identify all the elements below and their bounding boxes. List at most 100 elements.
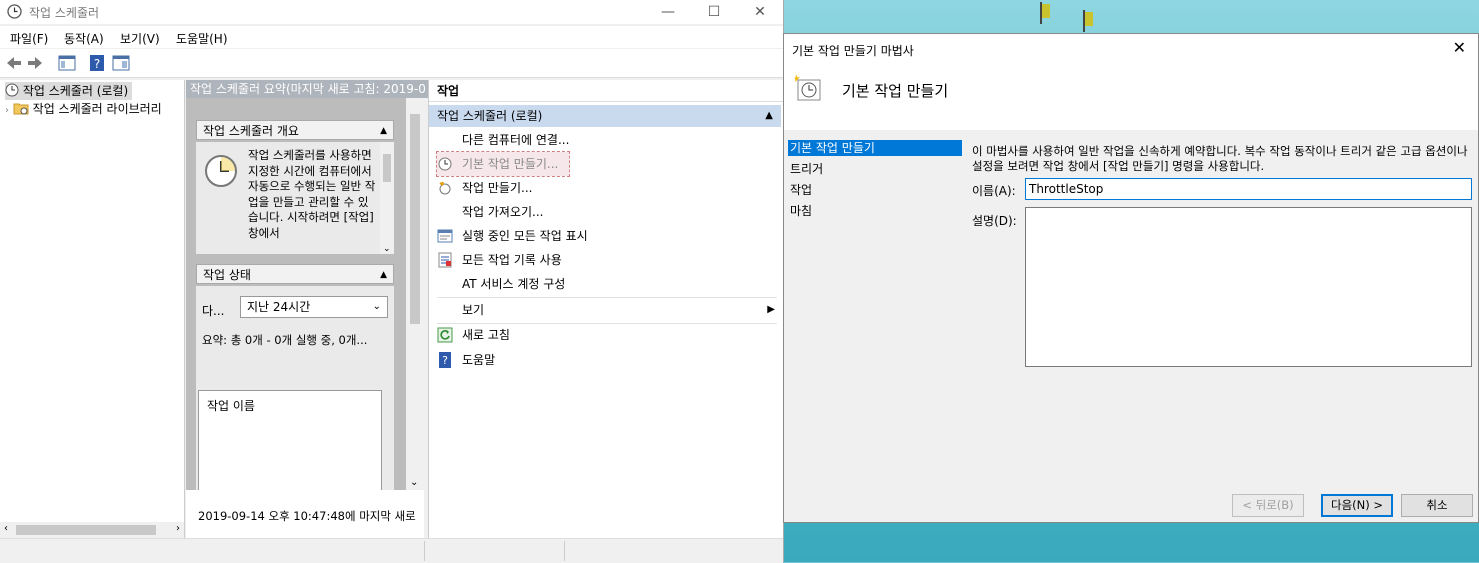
create-task-icon (439, 181, 451, 195)
overview-scrollbar[interactable]: ⌄ (380, 142, 394, 254)
last-refresh-text: 2019-09-14 오후 10:47:48에 마지막 새로 (198, 509, 416, 523)
wizard-heading: 기본 작업 만들기 (842, 82, 949, 100)
step-action[interactable]: 작업 (788, 182, 962, 198)
menu-action[interactable]: 동작(A) (64, 30, 104, 47)
close-icon[interactable]: ✕ (1453, 38, 1466, 57)
back-arrow-icon[interactable] (5, 54, 23, 72)
collapse-icon[interactable]: ▲ (380, 121, 387, 141)
toolbar: ? (0, 49, 783, 78)
summary-pane: 작업 스케줄러 요약(마지막 새로 고침: 2019-0 작업 스케줄러 개요 … (186, 80, 428, 538)
svg-text:?: ? (94, 57, 100, 71)
wizard-header: 기본 작업 만들기 (784, 64, 1478, 130)
chevron-down-icon[interactable]: ⌄ (373, 297, 381, 317)
clock-icon (205, 155, 237, 187)
back-button[interactable]: < 뒤로(B) (1232, 494, 1304, 517)
cancel-button[interactable]: 취소 (1401, 494, 1473, 517)
action-enable-history[interactable]: 모든 작업 기록 사용 (437, 248, 777, 272)
summary-footer: 2019-09-14 오후 10:47:48에 마지막 새로 (186, 490, 424, 538)
overview-title: 작업 스케줄러 개요 (203, 124, 299, 138)
action-label: 모든 작업 기록 사용 (462, 253, 562, 267)
basic-task-icon (794, 74, 821, 101)
refresh-icon (437, 327, 453, 343)
close-button[interactable]: ✕ (737, 0, 783, 24)
scroll-down-icon[interactable]: ⌄ (383, 244, 391, 254)
actions-title: 작업 (429, 80, 783, 102)
description-textarea[interactable] (1025, 207, 1472, 367)
status-header[interactable]: 작업 상태 ▲ (196, 264, 394, 284)
scroll-thumb[interactable] (16, 525, 156, 535)
action-label: 작업 만들기... (462, 181, 533, 195)
collapse-icon[interactable]: ▲ (765, 105, 773, 127)
name-label: 이름(A): (972, 184, 1016, 198)
action-label: 다른 컴퓨터에 연결... (462, 133, 570, 147)
action-create-task[interactable]: 작업 만들기... (437, 176, 777, 200)
action-at-service[interactable]: AT 서비스 계정 구성 (437, 272, 777, 296)
actions-section-header[interactable]: 작업 스케줄러 (로컬) ▲ (429, 105, 781, 127)
action-view[interactable]: 보기 ▶ (437, 298, 777, 322)
flag-decoration (1042, 4, 1050, 18)
action-help[interactable]: ? 도움말 (437, 348, 777, 372)
status-divider (564, 541, 565, 561)
tree-item-library[interactable]: › 작업 스케줄러 라이브러리 (5, 100, 162, 118)
next-button[interactable]: 다음(N) > (1321, 494, 1393, 517)
actions-pane: 작업 작업 스케줄러 (로컬) ▲ 다른 컴퓨터에 연결... 기본 작업 만들… (428, 80, 783, 538)
action-refresh[interactable]: 새로 고침 (437, 323, 777, 347)
period-value: 지난 24시간 (247, 300, 311, 314)
submenu-arrow-icon: ▶ (767, 304, 775, 315)
help-icon[interactable]: ? (88, 54, 106, 72)
horizontal-scrollbar[interactable]: ‹ › (0, 522, 184, 538)
filter-label: 다... (202, 304, 225, 318)
task-list[interactable]: 작업 이름 (198, 390, 382, 492)
scroll-right-icon[interactable]: › (176, 523, 180, 534)
scroll-down-icon[interactable]: ⌄ (410, 477, 418, 488)
overview-text: 작업 스케줄러를 사용하면 지정한 시간에 컴퓨터에서 자동으로 수행되는 일반… (248, 148, 376, 240)
title-bar: 작업 스케줄러 — ☐ ✕ (0, 0, 783, 24)
description-label: 설명(D): (972, 214, 1017, 228)
action-connect-computer[interactable]: 다른 컴퓨터에 연결... (437, 128, 777, 152)
step-trigger[interactable]: 트리거 (788, 161, 962, 177)
scroll-left-icon[interactable]: ‹ (4, 523, 8, 534)
tree-item-local[interactable]: 작업 스케줄러 (로컬) (5, 82, 133, 100)
menu-view[interactable]: 보기(V) (120, 30, 160, 47)
chevron-right-icon[interactable]: › (5, 105, 9, 116)
console-tree: 작업 스케줄러 (로컬) › 작업 스케줄러 라이브러리 ‹ › (0, 80, 185, 538)
tree-item-label: 작업 스케줄러 (로컬) (22, 84, 129, 98)
basic-task-icon (438, 157, 452, 171)
column-header-task-name[interactable]: 작업 이름 (207, 397, 255, 414)
action-label: 도움말 (462, 353, 496, 367)
collapse-icon[interactable]: ▲ (380, 265, 387, 285)
menu-file[interactable]: 파일(F) (10, 30, 48, 47)
action-pane-icon[interactable] (112, 54, 130, 72)
task-scheduler-window: 작업 스케줄러 — ☐ ✕ 파일(F) 동작(A) 보기(V) 도움말(H) ? (0, 0, 784, 563)
action-show-running[interactable]: 실행 중인 모든 작업 표시 (437, 224, 777, 248)
menu-help[interactable]: 도움말(H) (176, 30, 228, 47)
scroll-thumb[interactable] (383, 154, 391, 182)
overview-header[interactable]: 작업 스케줄러 개요 ▲ (196, 120, 394, 140)
step-create-basic-task[interactable]: 기본 작업 만들기 (788, 140, 962, 156)
overview-body: 작업 스케줄러를 사용하면 지정한 시간에 컴퓨터에서 자동으로 수행되는 일반… (196, 142, 394, 254)
forward-arrow-icon[interactable] (26, 54, 44, 72)
wizard-title-bar: 기본 작업 만들기 마법사 ✕ (784, 34, 1478, 64)
action-import-task[interactable]: 작업 가져오기... (437, 200, 777, 224)
name-input[interactable]: ThrottleStop (1025, 178, 1472, 200)
flag-decoration (1085, 12, 1093, 26)
help-icon: ? (439, 352, 451, 368)
scroll-thumb[interactable] (410, 114, 420, 324)
maximize-button[interactable]: ☐ (691, 0, 737, 24)
action-create-basic-task[interactable]: 기본 작업 만들기... (436, 151, 570, 177)
name-input-value: ThrottleStop (1029, 182, 1104, 196)
action-label: 보기 (462, 303, 485, 317)
action-label: 기본 작업 만들기... (462, 157, 559, 171)
folder-clock-icon (13, 103, 29, 115)
vertical-scrollbar[interactable]: ⌄ (406, 98, 424, 490)
minimize-button[interactable]: — (645, 0, 691, 24)
menu-bar: 파일(F) 동작(A) 보기(V) 도움말(H) (0, 26, 783, 48)
running-tasks-icon (437, 229, 453, 243)
console-tree-icon[interactable] (58, 54, 76, 72)
step-finish[interactable]: 마침 (788, 203, 962, 219)
summary-header: 작업 스케줄러 요약(마지막 새로 고침: 2019-0 (186, 80, 428, 98)
action-label: 새로 고침 (462, 328, 510, 342)
clock-icon (5, 83, 19, 97)
period-dropdown[interactable]: 지난 24시간 ⌄ (240, 296, 388, 318)
status-bar (0, 538, 783, 563)
